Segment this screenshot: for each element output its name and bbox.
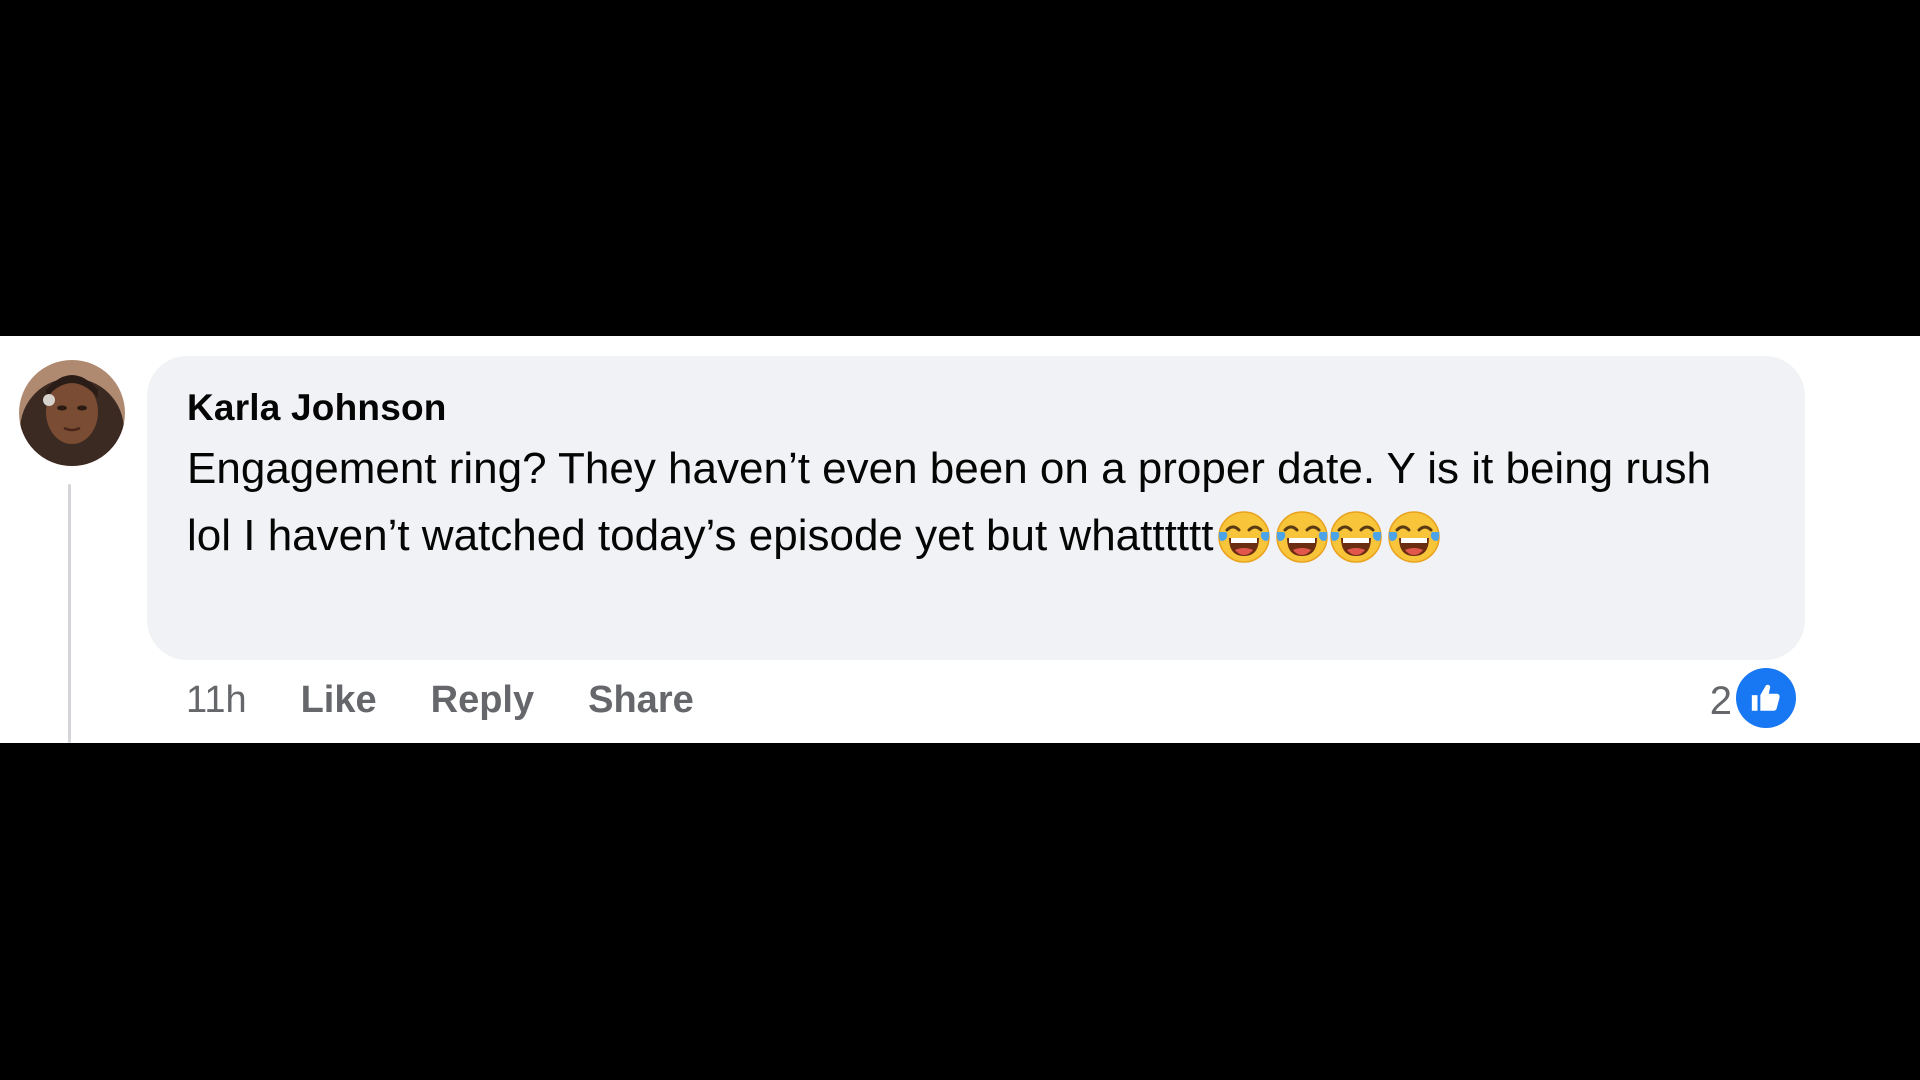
comment-author[interactable]: Karla Johnson: [187, 385, 1757, 431]
thread-line: [68, 484, 71, 743]
comment-text: Engagement ring? They haven’t even been …: [187, 444, 1711, 560]
reaction-count: 2: [1709, 678, 1732, 723]
share-button[interactable]: Share: [588, 679, 694, 722]
screenshot-frame: Karla Johnson Engagement ring? They have…: [0, 0, 1920, 1080]
reaction-summary[interactable]: 2: [1710, 667, 1796, 729]
comment-container: Karla Johnson Engagement ring? They have…: [0, 336, 1920, 743]
face-with-tears-of-joy-icon: [1388, 511, 1441, 563]
reply-button[interactable]: Reply: [431, 679, 534, 722]
like-button[interactable]: Like: [301, 679, 377, 722]
thumbs-up-icon: [1736, 668, 1796, 728]
face-with-tears-of-joy-icon: [1330, 511, 1383, 563]
comment-body: Engagement ring? They haven’t even been …: [187, 435, 1757, 569]
face-with-tears-of-joy-icon: [1218, 511, 1271, 563]
face-with-tears-of-joy-icon: [1276, 511, 1329, 563]
comment-actions: 11h Like Reply Share: [186, 677, 748, 723]
comment-bubble: Karla Johnson Engagement ring? They have…: [147, 356, 1805, 660]
comment-timestamp[interactable]: 11h: [186, 679, 247, 722]
avatar[interactable]: [19, 360, 125, 466]
